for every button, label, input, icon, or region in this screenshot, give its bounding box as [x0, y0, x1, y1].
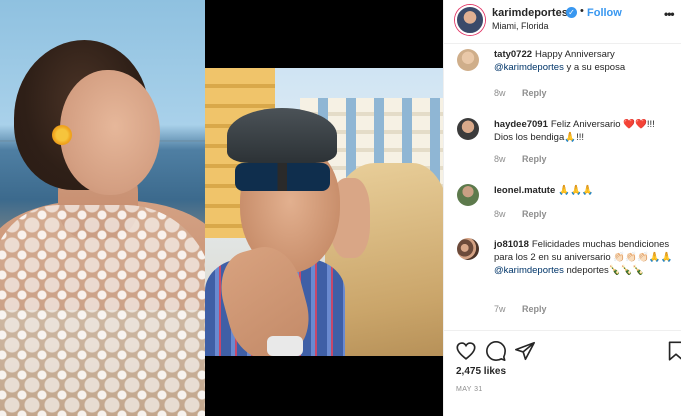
avatar[interactable]: [457, 49, 479, 71]
reply-button[interactable]: Reply: [522, 88, 547, 98]
comment-username[interactable]: taty0722: [494, 49, 532, 60]
follow-button[interactable]: Follow: [587, 7, 622, 19]
more-options-icon[interactable]: •••: [664, 7, 675, 21]
comment-username[interactable]: jo81018: [494, 239, 529, 250]
mention-link[interactable]: @karimdeportes: [494, 265, 564, 276]
comment-username[interactable]: leonel.matute: [494, 185, 555, 196]
crochet-top: [0, 205, 205, 416]
photo-couple-selfie: [205, 68, 443, 356]
sunglasses: [235, 163, 330, 191]
avatar[interactable]: [455, 5, 485, 35]
comment-time: 8w: [494, 88, 506, 98]
post-sidebar: karimdeportes ✓ • Follow Miami, Florida …: [443, 0, 681, 416]
reply-button[interactable]: Reply: [522, 209, 547, 219]
wristwatch: [267, 336, 303, 356]
cap: [227, 108, 337, 163]
comment-time: 7w: [494, 304, 506, 314]
share-icon[interactable]: [514, 340, 536, 362]
comment-icon[interactable]: [485, 340, 507, 362]
avatar[interactable]: [457, 184, 479, 206]
comment-time: 8w: [494, 154, 506, 164]
verified-badge-icon: ✓: [566, 7, 577, 18]
comment-text: haydee7091 Feliz Aniversario ❤️❤️!!! Dios…: [494, 119, 655, 143]
comment-meta: 8w Reply: [494, 88, 547, 98]
reply-button[interactable]: Reply: [522, 304, 547, 314]
post-actions: 2,475 likes MAY 31: [444, 330, 681, 416]
likes-count[interactable]: 2,475 likes: [456, 366, 506, 377]
avatar[interactable]: [457, 238, 479, 260]
separator-dot: •: [580, 5, 584, 17]
post-date[interactable]: MAY 31: [456, 386, 483, 393]
comment-text: leonel.matute 🙏🙏🙏: [494, 185, 594, 196]
reply-button[interactable]: Reply: [522, 154, 547, 164]
heart-icon[interactable]: [455, 340, 477, 362]
flower-accessory: [52, 125, 72, 145]
comment-username[interactable]: haydee7091: [494, 119, 548, 130]
post-header: karimdeportes ✓ • Follow Miami, Florida …: [444, 0, 681, 44]
avatar[interactable]: [457, 118, 479, 140]
location-link[interactable]: Miami, Florida: [492, 21, 549, 31]
bookmark-icon[interactable]: [665, 340, 681, 362]
comments-list[interactable]: taty0722 Happy Anniversary @karimdeportes…: [444, 44, 681, 330]
comment-meta: 7w Reply: [494, 304, 547, 314]
comment-meta: 8w Reply: [494, 209, 547, 219]
comment-text: taty0722 Happy Anniversary @karimdeportes…: [494, 49, 626, 73]
mention-link[interactable]: @karimdeportes: [494, 62, 564, 73]
comment-meta: 8w Reply: [494, 154, 547, 164]
photo-woman-beach: [0, 0, 205, 416]
post-media[interactable]: [0, 0, 443, 416]
username-link[interactable]: karimdeportes: [492, 7, 568, 19]
comment-text: jo81018 Felicidades muchas bendiciones pa…: [494, 239, 673, 276]
comment-time: 8w: [494, 209, 506, 219]
